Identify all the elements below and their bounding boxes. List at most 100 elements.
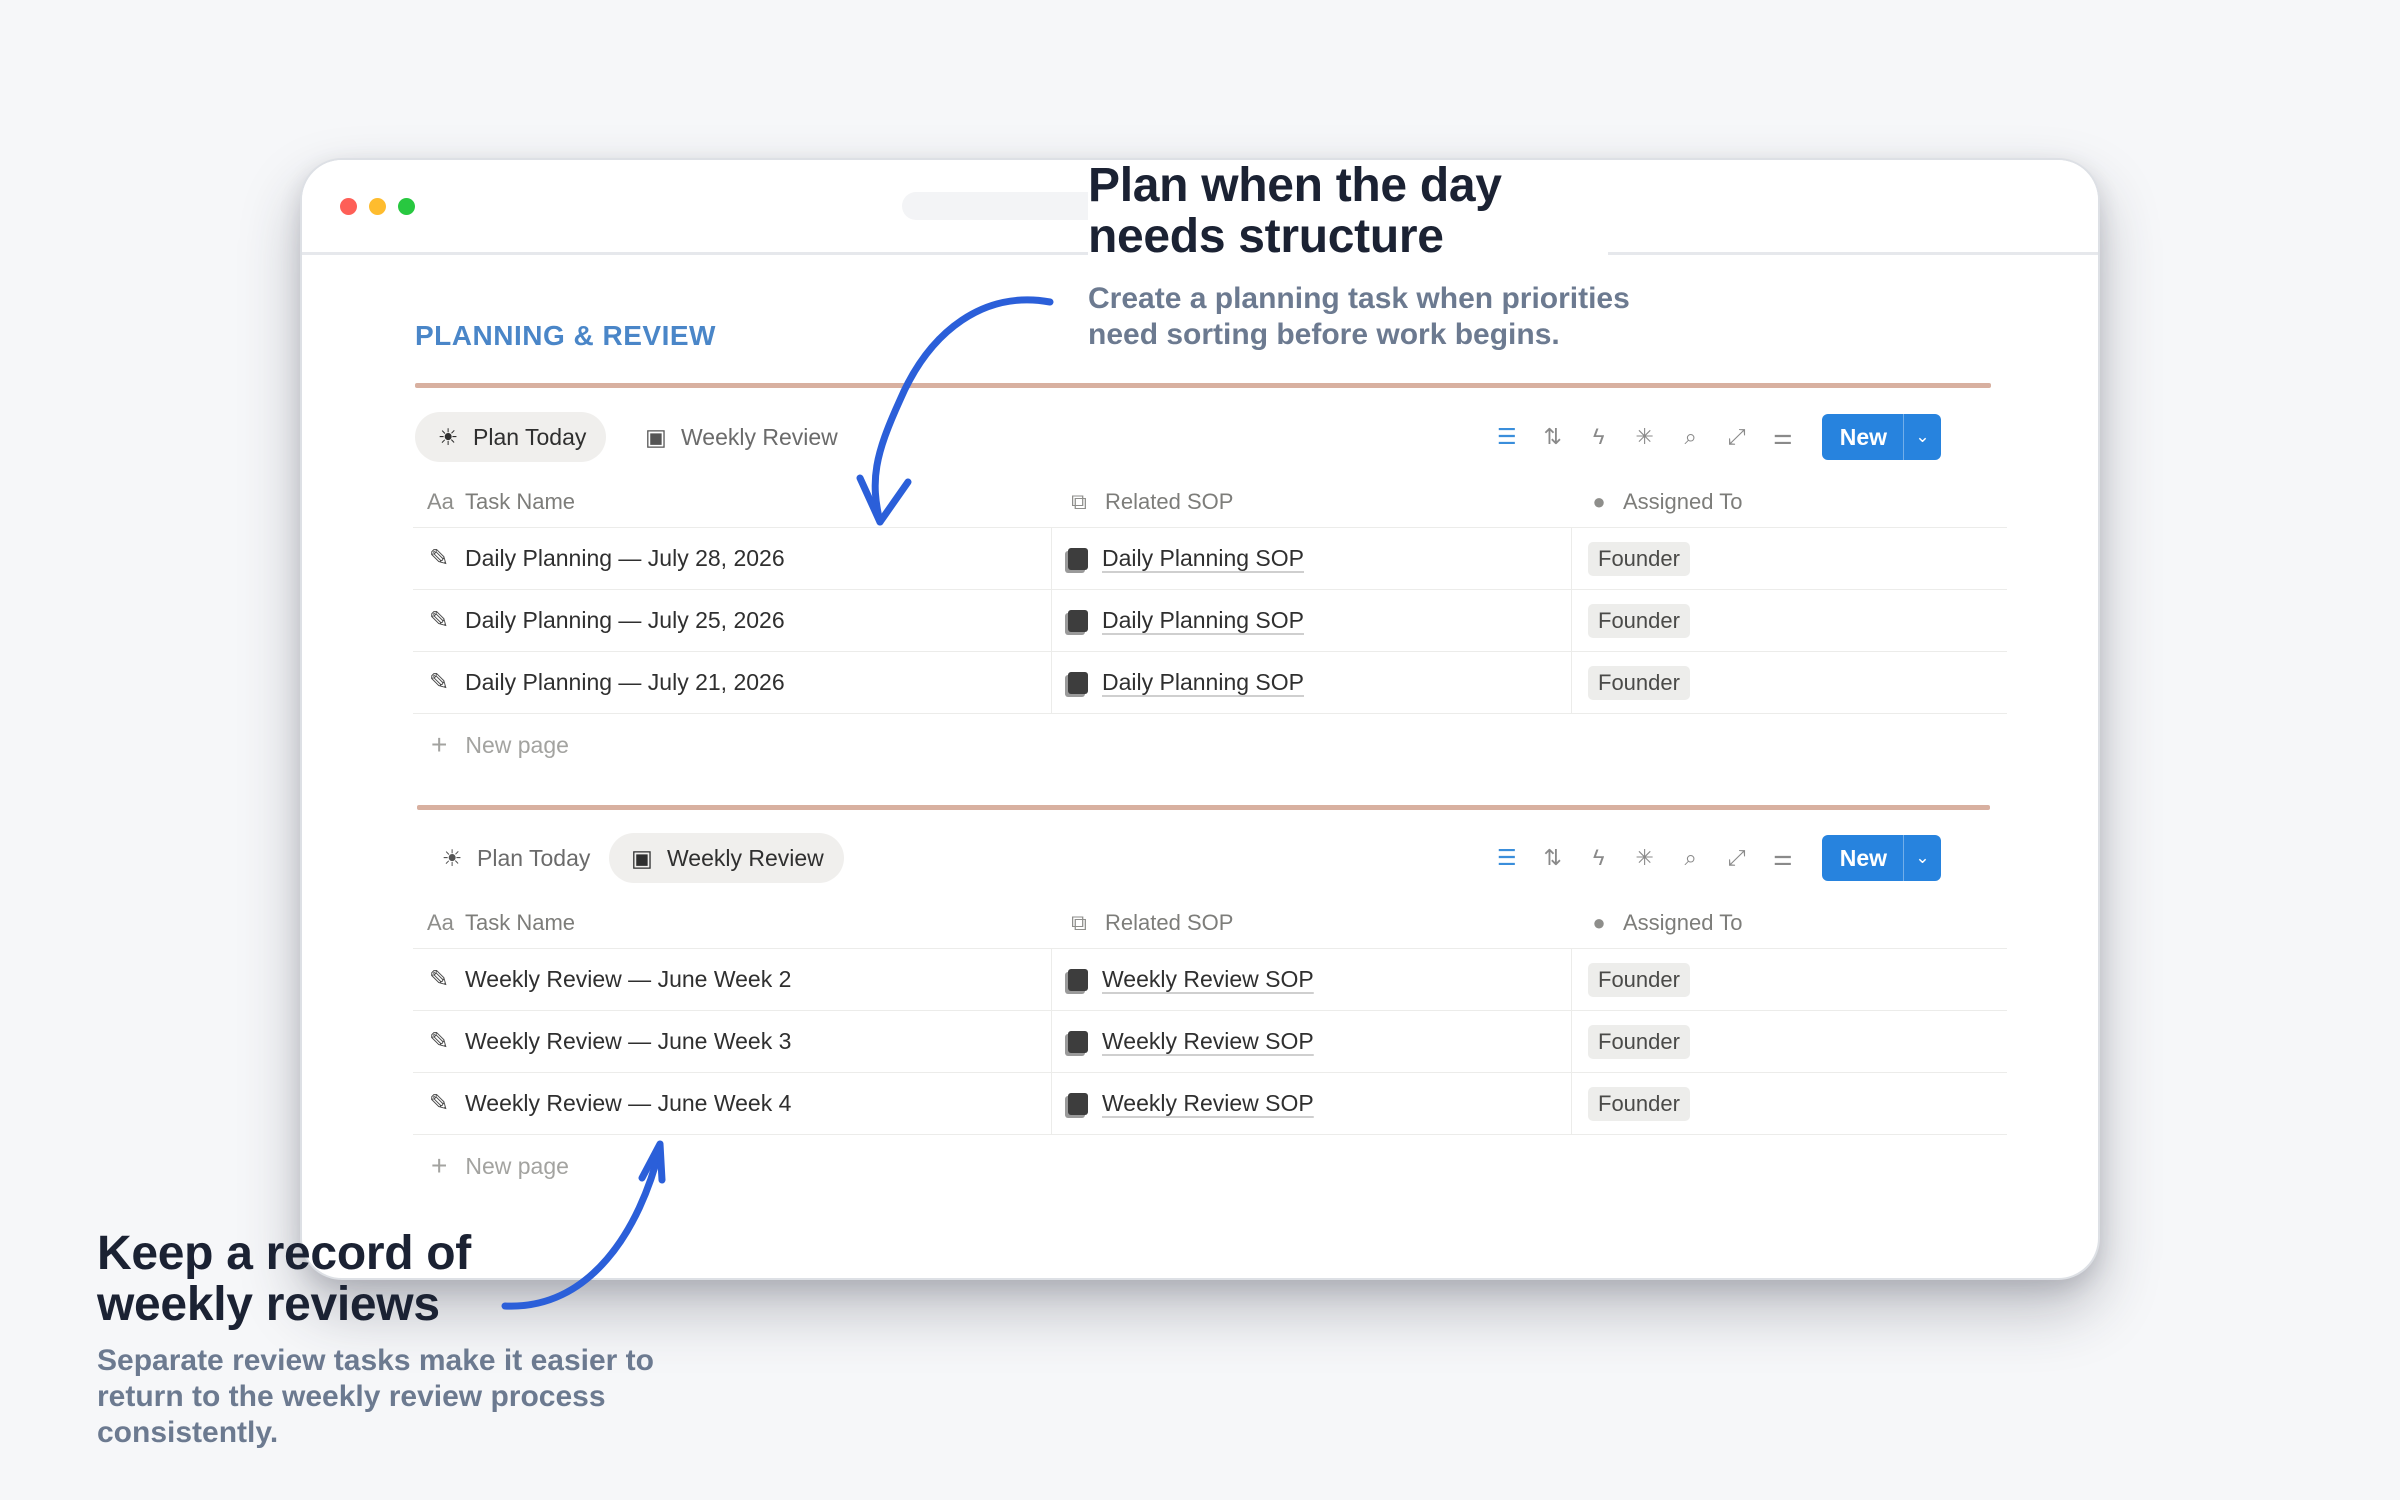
search-icon[interactable]: ⌕ bbox=[1668, 414, 1714, 460]
tab-label: Weekly Review bbox=[667, 844, 824, 871]
calendar-icon: ▣ bbox=[631, 844, 653, 871]
relation-property-icon: ⧉ bbox=[1071, 488, 1087, 514]
document-icon bbox=[1068, 547, 1088, 570]
sparkle-icon[interactable]: ✳ bbox=[1622, 414, 1668, 460]
annotation-subtitle-bottom: Separate review tasks make it easier to … bbox=[97, 1344, 654, 1449]
column-header-assigned-to[interactable]: Assigned To bbox=[1623, 910, 1742, 936]
column-header-related-sop[interactable]: Related SOP bbox=[1105, 489, 1233, 515]
tab-weekly-review[interactable]: ▣ Weekly Review bbox=[609, 833, 844, 883]
edit-icon: ✎ bbox=[428, 669, 450, 696]
new-button[interactable]: New ⌄ bbox=[1821, 414, 1941, 460]
task-name[interactable]: Weekly Review — June Week 2 bbox=[465, 966, 791, 993]
database-header: ☀ Plan Today ▣ Weekly Review ☰ ⇅ ϟ ✳ ⌕ ⤢… bbox=[413, 412, 2007, 462]
related-sop-link[interactable]: Daily Planning SOP bbox=[1102, 545, 1304, 572]
settings-icon[interactable]: ⚌ bbox=[1760, 414, 1806, 460]
document-icon bbox=[1068, 609, 1088, 632]
new-button-label: New bbox=[1839, 844, 1887, 871]
edit-icon: ✎ bbox=[428, 966, 450, 993]
new-button[interactable]: New ⌄ bbox=[1821, 835, 1941, 881]
database-header: ☀ Plan Today ▣ Weekly Review ☰ ⇅ ϟ ✳ ⌕ ⤢… bbox=[413, 833, 2007, 883]
maximize-window-button[interactable] bbox=[398, 198, 415, 215]
task-name[interactable]: Daily Planning — July 21, 2026 bbox=[465, 669, 785, 696]
filter-icon[interactable]: ☰ bbox=[1484, 414, 1530, 460]
review-database: ☀ Plan Today ▣ Weekly Review ☰ ⇅ ϟ ✳ ⌕ ⤢… bbox=[413, 833, 2007, 1197]
table-header: Aa Task Name ⧉ Related SOP ● Assigned To bbox=[413, 476, 2007, 528]
table-header: Aa Task Name ⧉ Related SOP ● Assigned To bbox=[413, 897, 2007, 949]
tab-weekly-review[interactable]: ▣ Weekly Review bbox=[623, 412, 858, 462]
document-icon bbox=[1068, 1092, 1088, 1115]
table-row[interactable]: ✎ Daily Planning — July 25, 2026 Daily Pl… bbox=[413, 590, 2007, 652]
related-sop-link[interactable]: Weekly Review SOP bbox=[1102, 1028, 1314, 1055]
database-toolbar: ☰ ⇅ ϟ ✳ ⌕ ⤢ ⚌ New ⌄ bbox=[1484, 414, 2007, 460]
table-row[interactable]: ✎ Daily Planning — July 28, 2026 Daily Pl… bbox=[413, 528, 2007, 590]
assignee-tag[interactable]: Founder bbox=[1588, 665, 1690, 700]
settings-icon[interactable]: ⚌ bbox=[1760, 835, 1806, 881]
database-toolbar: ☰ ⇅ ϟ ✳ ⌕ ⤢ ⚌ New ⌄ bbox=[1484, 835, 2007, 881]
tab-label: Plan Today bbox=[477, 844, 591, 871]
task-name[interactable]: Daily Planning — July 25, 2026 bbox=[465, 607, 785, 634]
assignee-tag[interactable]: Founder bbox=[1588, 603, 1690, 638]
person-property-icon: ● bbox=[1592, 909, 1606, 935]
sun-icon: ☀ bbox=[437, 423, 459, 450]
assignee-tag[interactable]: Founder bbox=[1588, 1086, 1690, 1121]
column-header-task-name[interactable]: Task Name bbox=[465, 910, 575, 936]
related-sop-link[interactable]: Weekly Review SOP bbox=[1102, 966, 1314, 993]
sort-icon[interactable]: ⇅ bbox=[1530, 835, 1576, 881]
edit-icon: ✎ bbox=[428, 545, 450, 572]
section-divider bbox=[415, 383, 1991, 388]
new-page-row[interactable]: + New page bbox=[413, 1135, 2007, 1197]
sort-icon[interactable]: ⇅ bbox=[1530, 414, 1576, 460]
task-name[interactable]: Weekly Review — June Week 3 bbox=[465, 1028, 791, 1055]
expand-icon[interactable]: ⤢ bbox=[1714, 414, 1760, 460]
document-icon bbox=[1068, 968, 1088, 991]
table-row[interactable]: ✎ Weekly Review — June Week 4 Weekly Revi… bbox=[413, 1073, 2007, 1135]
annotation-title-top: Plan when the day needs structure bbox=[1088, 160, 1608, 262]
annotation-title-bottom: Keep a record of weekly reviews bbox=[97, 1227, 471, 1331]
annotation-subtitle-top: Create a planning task when priorities n… bbox=[1088, 282, 1630, 351]
chevron-down-icon[interactable]: ⌄ bbox=[1903, 835, 1941, 881]
tab-plan-today[interactable]: ☀ Plan Today bbox=[415, 412, 607, 462]
assignee-tag[interactable]: Founder bbox=[1588, 1024, 1690, 1059]
edit-icon: ✎ bbox=[428, 1028, 450, 1055]
tab-label: Weekly Review bbox=[681, 423, 838, 450]
related-sop-link[interactable]: Weekly Review SOP bbox=[1102, 1090, 1314, 1117]
new-page-label: New page bbox=[465, 1152, 569, 1179]
table-row[interactable]: ✎ Weekly Review — June Week 2 Weekly Revi… bbox=[413, 949, 2007, 1011]
related-sop-link[interactable]: Daily Planning SOP bbox=[1102, 607, 1304, 634]
plus-icon: + bbox=[431, 729, 448, 760]
new-page-row[interactable]: + New page bbox=[413, 714, 2007, 776]
column-header-related-sop[interactable]: Related SOP bbox=[1105, 910, 1233, 936]
lightning-icon[interactable]: ϟ bbox=[1576, 414, 1622, 460]
document-icon bbox=[1068, 671, 1088, 694]
edit-icon: ✎ bbox=[428, 1090, 450, 1117]
assignee-tag[interactable]: Founder bbox=[1588, 541, 1690, 576]
search-icon[interactable]: ⌕ bbox=[1668, 835, 1714, 881]
document-icon bbox=[1068, 1030, 1088, 1053]
person-property-icon: ● bbox=[1592, 488, 1606, 514]
planning-database: ☀ Plan Today ▣ Weekly Review ☰ ⇅ ϟ ✳ ⌕ ⤢… bbox=[413, 412, 2007, 776]
calendar-icon: ▣ bbox=[645, 423, 667, 450]
sun-icon: ☀ bbox=[441, 844, 463, 871]
lightning-icon[interactable]: ϟ bbox=[1576, 835, 1622, 881]
chevron-down-icon[interactable]: ⌄ bbox=[1903, 414, 1941, 460]
minimize-window-button[interactable] bbox=[369, 198, 386, 215]
close-window-button[interactable] bbox=[340, 198, 357, 215]
task-name[interactable]: Daily Planning — July 28, 2026 bbox=[465, 545, 785, 572]
tab-plan-today[interactable]: ☀ Plan Today bbox=[419, 833, 610, 883]
database-table: Aa Task Name ⧉ Related SOP ● Assigned To ✎ W… bbox=[413, 897, 2007, 1197]
new-button-label: New bbox=[1839, 423, 1887, 450]
tab-label: Plan Today bbox=[473, 423, 587, 450]
table-row[interactable]: ✎ Weekly Review — June Week 3 Weekly Revi… bbox=[413, 1011, 2007, 1073]
assignee-tag[interactable]: Founder bbox=[1588, 962, 1690, 997]
column-header-assigned-to[interactable]: Assigned To bbox=[1623, 489, 1742, 515]
filter-icon[interactable]: ☰ bbox=[1484, 835, 1530, 881]
edit-icon: ✎ bbox=[428, 607, 450, 634]
sparkle-icon[interactable]: ✳ bbox=[1622, 835, 1668, 881]
table-row[interactable]: ✎ Daily Planning — July 21, 2026 Daily Pl… bbox=[413, 652, 2007, 714]
relation-property-icon: ⧉ bbox=[1071, 909, 1087, 935]
task-name[interactable]: Weekly Review — June Week 4 bbox=[465, 1090, 791, 1117]
column-header-task-name[interactable]: Task Name bbox=[465, 489, 575, 515]
text-property-icon: Aa bbox=[427, 909, 454, 935]
expand-icon[interactable]: ⤢ bbox=[1714, 835, 1760, 881]
related-sop-link[interactable]: Daily Planning SOP bbox=[1102, 669, 1304, 696]
